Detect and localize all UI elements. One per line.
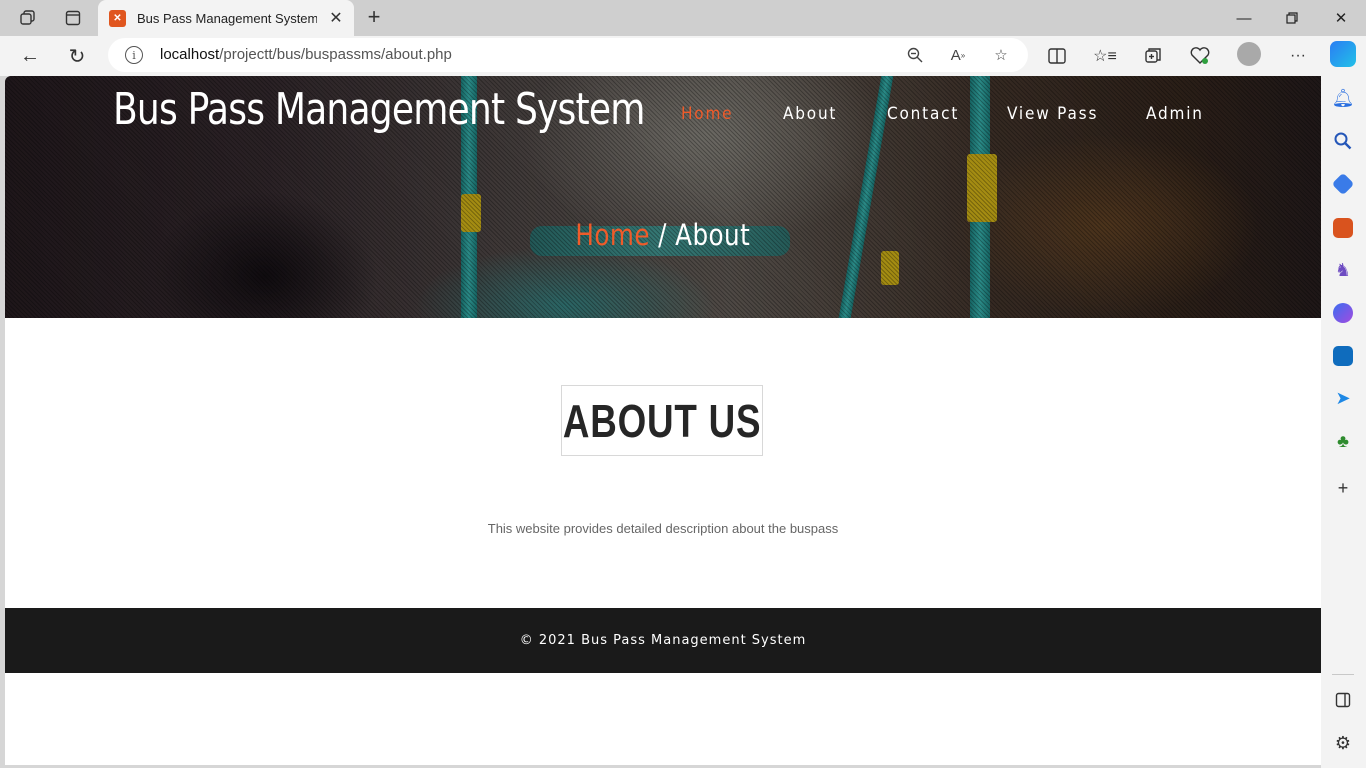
microsoft-365-icon[interactable]	[1333, 303, 1353, 323]
tab-actions-icon[interactable]	[58, 4, 88, 32]
zoom-icon[interactable]	[903, 43, 927, 67]
breadcrumb: Home / About	[5, 218, 1321, 252]
read-aloud-icon[interactable]: A»	[946, 43, 970, 67]
hero-banner: Bus Pass Management System Home About Co…	[5, 76, 1321, 318]
games-icon[interactable]: ♞	[1331, 258, 1355, 282]
copilot-icon[interactable]	[1330, 41, 1356, 67]
search-icon[interactable]	[1331, 129, 1355, 153]
telegram-send-icon[interactable]: ➤	[1331, 386, 1355, 410]
tab-title: Bus Pass Management System || About	[137, 10, 317, 26]
nav-admin[interactable]: Admin	[1146, 104, 1204, 124]
minimize-icon[interactable]: —	[1222, 4, 1266, 32]
profile-avatar-icon[interactable]	[1237, 42, 1261, 66]
nav-about[interactable]: About	[783, 104, 837, 124]
shopping-tag-icon[interactable]	[1331, 172, 1355, 196]
add-sidebar-app-icon[interactable]: +	[1331, 476, 1355, 500]
new-tab-icon[interactable]: +	[362, 4, 386, 30]
site-footer: © 2021 Bus Pass Management System	[5, 608, 1321, 673]
reload-icon[interactable]: ↻	[62, 41, 92, 71]
site-brand[interactable]: Bus Pass Management System	[113, 84, 645, 135]
nav-home[interactable]: Home	[681, 104, 733, 124]
favorites-icon[interactable]: ☆≡	[1091, 42, 1119, 70]
about-title-box: ABOUT US	[561, 385, 763, 456]
collections-icon[interactable]	[1139, 42, 1167, 70]
browser-essentials-icon[interactable]	[1186, 42, 1214, 70]
breadcrumb-home[interactable]: Home	[576, 218, 650, 252]
footer-copyright: © 2021 Bus Pass Management System	[519, 633, 807, 648]
favorite-star-icon[interactable]: ☆	[989, 43, 1013, 67]
nav-contact[interactable]: Contact	[887, 104, 959, 124]
nav-view-pass[interactable]: View Pass	[1007, 104, 1098, 124]
browser-toolbar: ← ↻ i localhost/projectt/bus/buspassms/a…	[0, 36, 1366, 76]
close-window-icon[interactable]: ✕	[1319, 4, 1363, 32]
workspaces-icon[interactable]	[13, 4, 43, 32]
restore-icon[interactable]	[1270, 4, 1314, 32]
close-tab-icon[interactable]: ✕	[326, 8, 346, 28]
browser-tab-bar: ✕ Bus Pass Management System || About ✕ …	[0, 0, 1366, 36]
browser-sidebar: 🔔︎ ♞ ➤ ♣ + ⚙	[1321, 76, 1366, 768]
tree-icon[interactable]: ♣	[1331, 429, 1355, 453]
tab-active[interactable]: ✕ Bus Pass Management System || About ✕	[98, 0, 354, 36]
breadcrumb-separator: /	[658, 218, 668, 252]
notifications-bell-icon[interactable]: 🔔︎	[1331, 86, 1355, 110]
split-screen-icon[interactable]	[1043, 42, 1071, 70]
more-options-icon[interactable]: ···	[1284, 42, 1312, 70]
back-icon[interactable]: ←	[15, 41, 45, 71]
about-title: ABOUT US	[562, 394, 762, 447]
site-info-icon[interactable]: i	[125, 46, 143, 64]
url-text[interactable]: localhost/projectt/bus/buspassms/about.p…	[160, 46, 452, 63]
settings-gear-icon[interactable]: ⚙	[1331, 731, 1355, 755]
breadcrumb-current: About	[675, 218, 751, 252]
tools-briefcase-icon[interactable]	[1333, 218, 1353, 238]
hide-sidebar-icon[interactable]	[1331, 688, 1355, 712]
sidebar-divider	[1332, 674, 1354, 675]
outlook-icon[interactable]	[1333, 346, 1353, 366]
xampp-icon: ✕	[109, 9, 126, 27]
address-bar[interactable]: i localhost/projectt/bus/buspassms/about…	[108, 38, 1028, 72]
about-description: This website provides detailed descripti…	[487, 521, 839, 536]
page-viewport: Bus Pass Management System Home About Co…	[5, 76, 1321, 765]
